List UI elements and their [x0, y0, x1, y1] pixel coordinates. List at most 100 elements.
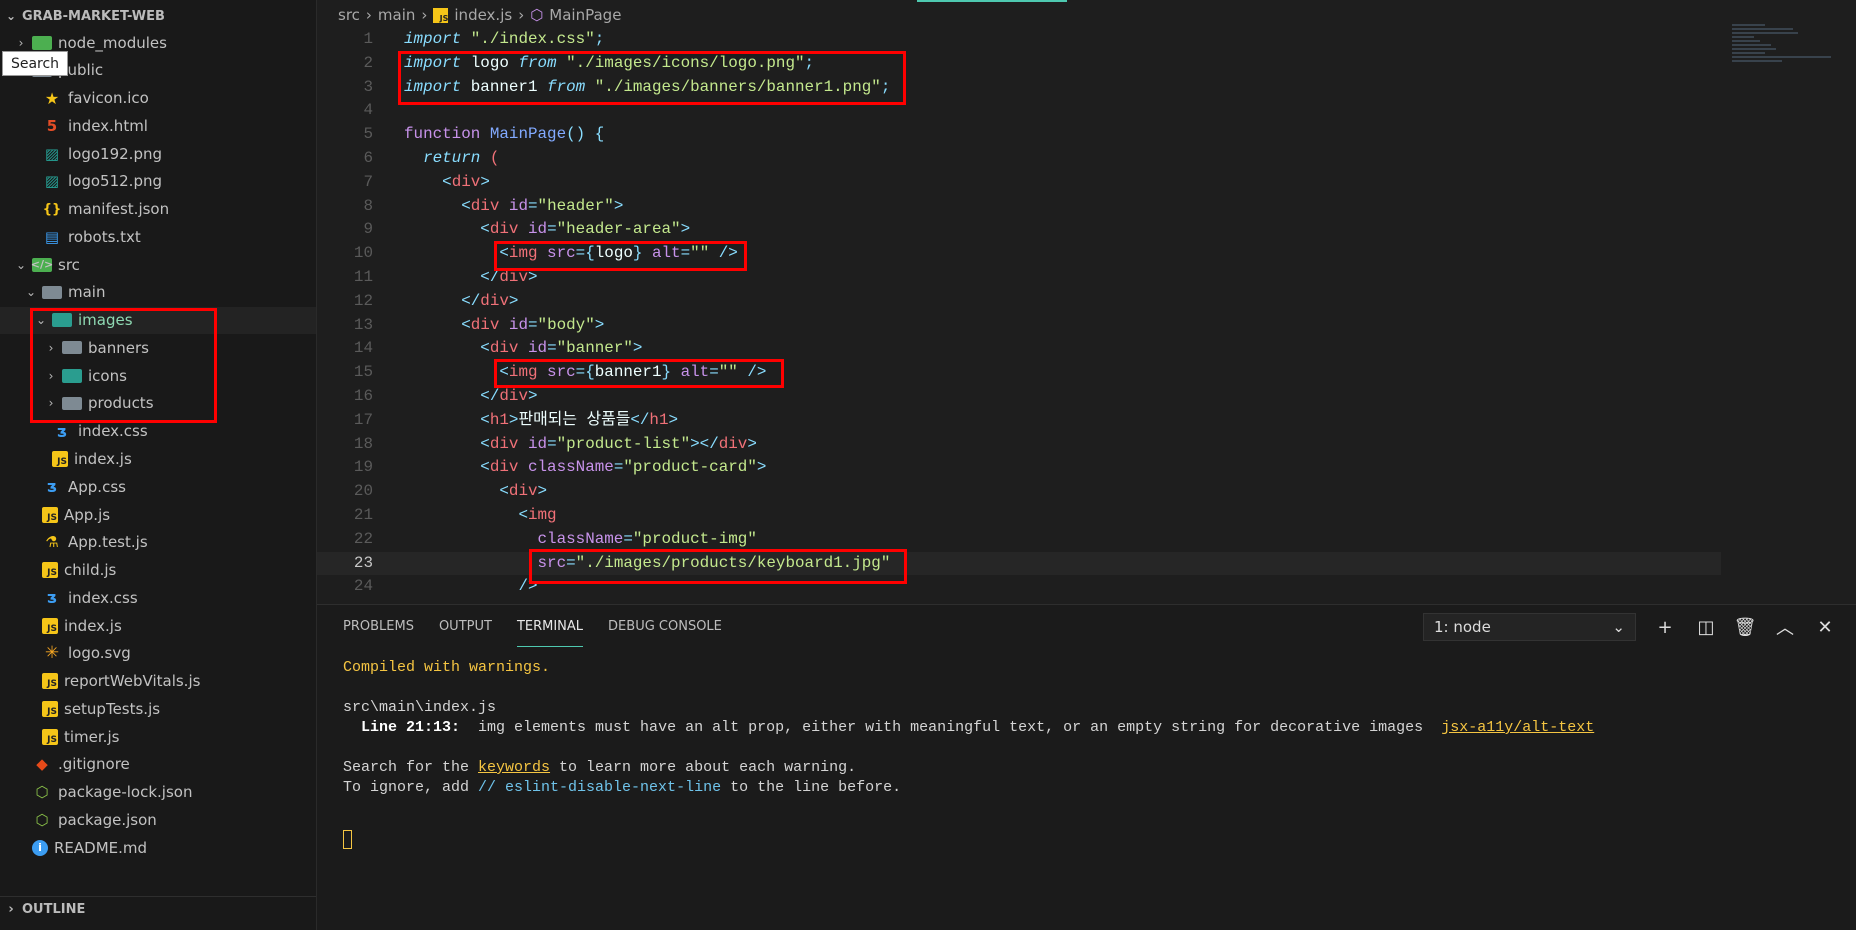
- tree-item[interactable]: ᴣ index.css: [0, 418, 316, 445]
- node-icon: ⬡: [35, 783, 49, 802]
- tree-item[interactable]: 5 index.html: [0, 112, 316, 139]
- code-line[interactable]: 6 return (: [317, 147, 1717, 171]
- code-text: </div>: [404, 290, 518, 314]
- code-area[interactable]: 1 import "./index.css"; 2 import logo from …: [317, 28, 1721, 599]
- code-line[interactable]: 3 import banner1 from "./images/banners/b…: [317, 76, 1717, 100]
- code-line[interactable]: 24 />: [317, 575, 1717, 599]
- breadcrumb-src[interactable]: src: [338, 6, 360, 24]
- line-number: 10: [353, 244, 373, 263]
- code-line[interactable]: 23 src="./images/products/keyboard1.jpg": [317, 551, 1721, 576]
- code-line[interactable]: 11 </div>: [317, 266, 1717, 290]
- code-token: "./images/icons/logo.png": [566, 53, 805, 72]
- tree-item[interactable]: {} manifest.json: [0, 196, 316, 223]
- tree-item[interactable]: ★ favicon.ico: [0, 85, 316, 112]
- code-line[interactable]: 17 <h1>판매되는 상품들</h1>: [317, 409, 1717, 433]
- line-number: 1: [363, 30, 373, 48]
- breadcrumb-main[interactable]: main: [378, 6, 415, 24]
- tree-item[interactable]: ▨ logo192.png: [0, 140, 316, 167]
- tree-item-label: App.js: [64, 505, 111, 524]
- tree-item[interactable]: JS reportWebVitals.js: [0, 668, 316, 695]
- code-line[interactable]: 7 <div>: [317, 171, 1717, 195]
- tree-item-label: manifest.json: [68, 200, 170, 219]
- tab-debug-console[interactable]: DEBUG CONSOLE: [608, 615, 722, 647]
- rule-link[interactable]: jsx-a11y/alt-text: [1441, 719, 1594, 736]
- tree-item[interactable]: ◆ .gitignore: [0, 751, 316, 778]
- code-line[interactable]: 10 <img src={logo} alt="" />: [317, 242, 1717, 266]
- chevron-up-icon[interactable]: ︿: [1773, 615, 1797, 639]
- code-line[interactable]: 2 import logo from "./images/icons/logo.p…: [317, 52, 1717, 76]
- tree-item[interactable]: JS App.js: [0, 501, 316, 528]
- chevron-right-icon[interactable]: ›: [44, 396, 58, 410]
- code-line[interactable]: 4: [317, 99, 1717, 123]
- tree-item[interactable]: ▨ logo512.png: [0, 168, 316, 195]
- code-line[interactable]: 19 <div className="product-card">: [317, 456, 1717, 480]
- code-line[interactable]: 12 </div>: [317, 290, 1717, 314]
- code-line[interactable]: 18 <div id="product-list"></div>: [317, 433, 1717, 457]
- breadcrumb-symbol[interactable]: MainPage: [549, 6, 621, 24]
- tree-item[interactable]: ⚗ App.test.js: [0, 529, 316, 556]
- tree-item[interactable]: ⬡ package-lock.json: [0, 779, 316, 806]
- code-token: </: [630, 410, 650, 429]
- close-icon[interactable]: ✕: [1813, 615, 1837, 639]
- chevron-down-icon[interactable]: ⌄: [24, 285, 38, 299]
- tab-output[interactable]: OUTPUT: [439, 615, 492, 647]
- tree-item[interactable]: ⌄ images: [0, 306, 316, 334]
- code-text: function MainPage() {: [404, 123, 604, 147]
- tree-item[interactable]: JS child.js: [0, 557, 316, 584]
- tree-item[interactable]: JS index.js: [0, 612, 316, 639]
- code-line[interactable]: 22 className="product-img": [317, 528, 1717, 552]
- code-line[interactable]: 9 <div id="header-area">: [317, 218, 1717, 242]
- tree-item[interactable]: ✳ logo.svg: [0, 640, 316, 667]
- tree-item[interactable]: ⌄ main: [0, 279, 316, 306]
- tree-item[interactable]: i README.md: [0, 834, 316, 861]
- plus-icon[interactable]: +: [1653, 615, 1677, 639]
- code-line[interactable]: 20 <div>: [317, 480, 1717, 504]
- terminal-output[interactable]: Compiled with warnings. src\main\index.j…: [343, 658, 1594, 850]
- code-line[interactable]: 15 <img src={banner1} alt="" />: [317, 361, 1717, 385]
- outline-section[interactable]: › OUTLINE: [0, 896, 316, 922]
- breadcrumb-file[interactable]: index.js: [454, 6, 512, 24]
- trash-icon[interactable]: 🗑: [1733, 615, 1757, 639]
- tree-item[interactable]: JS index.js: [0, 445, 316, 472]
- tree-item[interactable]: ⬡ package.json: [0, 806, 316, 833]
- tree-item[interactable]: ᴣ index.css: [0, 584, 316, 611]
- tree-item[interactable]: ᴣ App.css: [0, 473, 316, 500]
- chevron-right-icon[interactable]: ›: [44, 341, 58, 355]
- chevron-right-icon[interactable]: ›: [14, 36, 28, 50]
- tree-item-label: icons: [88, 366, 127, 385]
- tree-item[interactable]: › products: [0, 390, 316, 417]
- tab-terminal[interactable]: TERMINAL: [516, 615, 584, 647]
- code-line[interactable]: 1 import "./index.css";: [317, 28, 1717, 52]
- code-line[interactable]: 5 function MainPage() {: [317, 123, 1717, 147]
- editor[interactable]: src › main › JS index.js › ⬡ MainPage 1 impo…: [317, 0, 1856, 604]
- tree-item-label: index.html: [68, 116, 148, 135]
- test-icon: ⚗: [45, 533, 59, 552]
- minimap[interactable]: [1732, 22, 1842, 102]
- code-line[interactable]: 16 </div>: [317, 385, 1717, 409]
- tree-item[interactable]: › banners: [0, 334, 316, 361]
- chevron-right-icon[interactable]: ›: [44, 369, 58, 383]
- tree-item[interactable]: JS setupTests.js: [0, 695, 316, 722]
- tree-item[interactable]: JS timer.js: [0, 723, 316, 750]
- folder-node-icon: [32, 35, 52, 50]
- code-token: import: [404, 53, 462, 72]
- code-line[interactable]: 13 <div id="body">: [317, 314, 1717, 338]
- keywords-link[interactable]: keywords: [478, 759, 550, 776]
- chevron-down-icon[interactable]: ⌄: [34, 313, 48, 327]
- tree-item[interactable]: ⌄ </> src: [0, 251, 316, 278]
- tab-problems[interactable]: PROBLEMS: [343, 615, 414, 647]
- terminal-select[interactable]: 1: node ⌄: [1423, 613, 1636, 641]
- tree-item[interactable]: › icons: [0, 362, 316, 389]
- code-token: "product-img": [632, 529, 757, 548]
- split-terminal-icon[interactable]: ◫: [1694, 615, 1718, 639]
- explorer-header[interactable]: ⌄ GRAB-MARKET-WEB: [0, 4, 165, 28]
- code-line[interactable]: 8 <div id="header">: [317, 195, 1717, 219]
- code-token: "product-list": [556, 434, 691, 453]
- code-line[interactable]: 21 <img: [317, 504, 1717, 528]
- tree-item[interactable]: ▤ robots.txt: [0, 223, 316, 250]
- chevron-down-icon[interactable]: ⌄: [14, 258, 28, 272]
- code-line[interactable]: 14 <div id="banner">: [317, 337, 1717, 361]
- code-token: className: [518, 458, 614, 477]
